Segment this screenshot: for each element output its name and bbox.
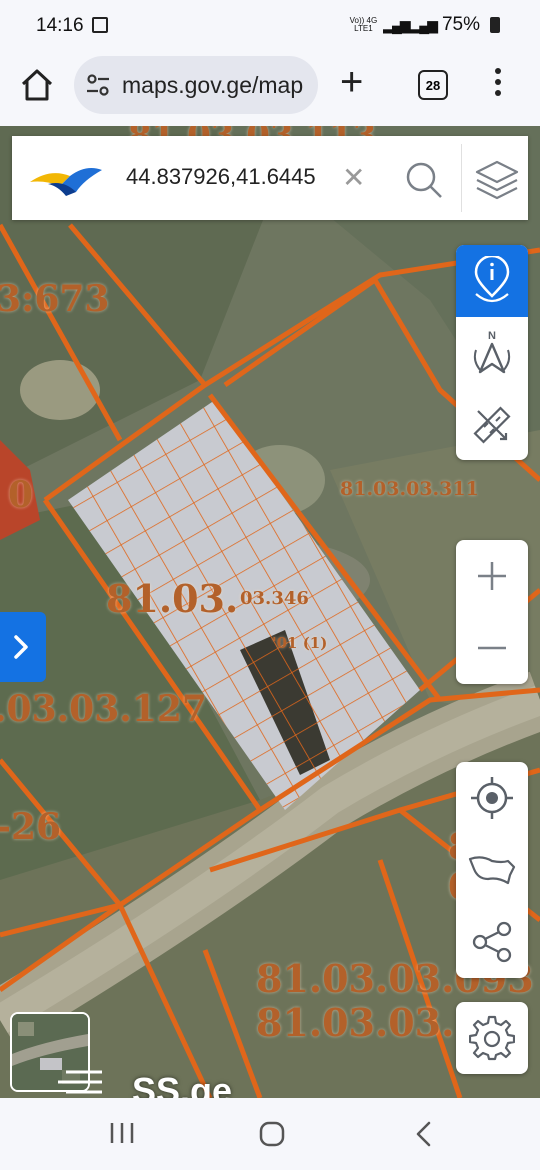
recent-apps-icon[interactable] bbox=[108, 1120, 136, 1146]
zoom-out-button[interactable] bbox=[456, 612, 528, 684]
battery-percent: 75% bbox=[441, 14, 480, 35]
parcel-label: 0 bbox=[8, 474, 34, 516]
home-icon[interactable] bbox=[18, 66, 56, 104]
crosshair-icon bbox=[471, 777, 513, 819]
home-nav-icon[interactable] bbox=[258, 1120, 286, 1148]
search-icon[interactable] bbox=[404, 160, 444, 200]
country-view-button[interactable] bbox=[456, 834, 528, 906]
parcel-label: .03.03.127 bbox=[0, 688, 207, 730]
parcel-label: 3:673 bbox=[0, 278, 110, 320]
north-button[interactable]: N bbox=[456, 317, 528, 389]
battery-icon bbox=[490, 17, 500, 33]
network-indicator: Vo)) 4G LTE1 bbox=[349, 16, 378, 33]
share-icon bbox=[472, 921, 512, 963]
status-icons: Vo)) 4G LTE1 ▂▄▆ ▂▄▆ 75% bbox=[350, 14, 500, 36]
clock: 14:16 bbox=[36, 15, 84, 36]
georgia-map-icon bbox=[468, 856, 516, 885]
info-location-icon bbox=[474, 256, 510, 303]
zoom-panel bbox=[456, 540, 528, 684]
napr-logo-icon[interactable] bbox=[30, 162, 102, 196]
gallery-notification-icon bbox=[92, 17, 108, 33]
map-tools-panel: N bbox=[456, 245, 528, 460]
signal-icon: ▂▄▆ ▂▄▆ bbox=[383, 16, 438, 33]
settings-panel bbox=[456, 1002, 528, 1074]
parcel-label: 03.346 bbox=[240, 588, 309, 609]
parcel-label: 81.03.03.311 bbox=[340, 478, 479, 500]
back-icon[interactable] bbox=[412, 1120, 436, 1148]
browser-toolbar: maps.gov.ge/map + 28 bbox=[0, 52, 540, 126]
minus-icon bbox=[478, 646, 506, 650]
ruler-pencil-icon bbox=[473, 405, 511, 444]
status-bar: 14:16 Vo)) 4G LTE1 ▂▄▆ ▂▄▆ 75% bbox=[0, 0, 540, 52]
plus-icon bbox=[478, 562, 506, 590]
search-panel: 44.837926,41.6445 ✕ bbox=[12, 136, 528, 220]
clear-icon[interactable]: ✕ bbox=[342, 164, 365, 192]
url-text: maps.gov.ge/map bbox=[122, 71, 304, 98]
parcel-label: -26 bbox=[0, 806, 62, 848]
measure-button[interactable] bbox=[456, 389, 528, 460]
map-actions-panel bbox=[456, 762, 528, 978]
gear-icon bbox=[469, 1015, 515, 1061]
system-nav-bar bbox=[0, 1098, 540, 1170]
north-arrow-icon: N bbox=[473, 330, 511, 374]
search-input[interactable]: 44.837926,41.6445 bbox=[126, 164, 316, 190]
parcel-label: 81.03. bbox=[106, 576, 239, 621]
chevron-right-icon bbox=[14, 635, 28, 659]
locate-button[interactable] bbox=[456, 762, 528, 834]
more-menu-icon[interactable] bbox=[494, 68, 502, 101]
divider bbox=[461, 144, 462, 212]
parcel-label: '01 (1) bbox=[272, 634, 328, 652]
new-tab-icon[interactable]: + bbox=[340, 62, 363, 102]
parcel-label: 81.03.03. bbox=[256, 1000, 455, 1045]
share-button[interactable] bbox=[456, 906, 528, 978]
tab-switcher-button[interactable]: 28 bbox=[418, 70, 448, 100]
info-button[interactable] bbox=[456, 245, 528, 317]
zoom-in-button[interactable] bbox=[456, 540, 528, 612]
settings-button[interactable] bbox=[456, 1002, 528, 1074]
svg-text:N: N bbox=[488, 330, 496, 342]
site-settings-icon[interactable] bbox=[84, 71, 112, 99]
layers-icon[interactable] bbox=[474, 158, 520, 202]
expand-sidebar-button[interactable] bbox=[0, 612, 46, 682]
address-bar[interactable]: maps.gov.ge/map bbox=[74, 56, 318, 114]
